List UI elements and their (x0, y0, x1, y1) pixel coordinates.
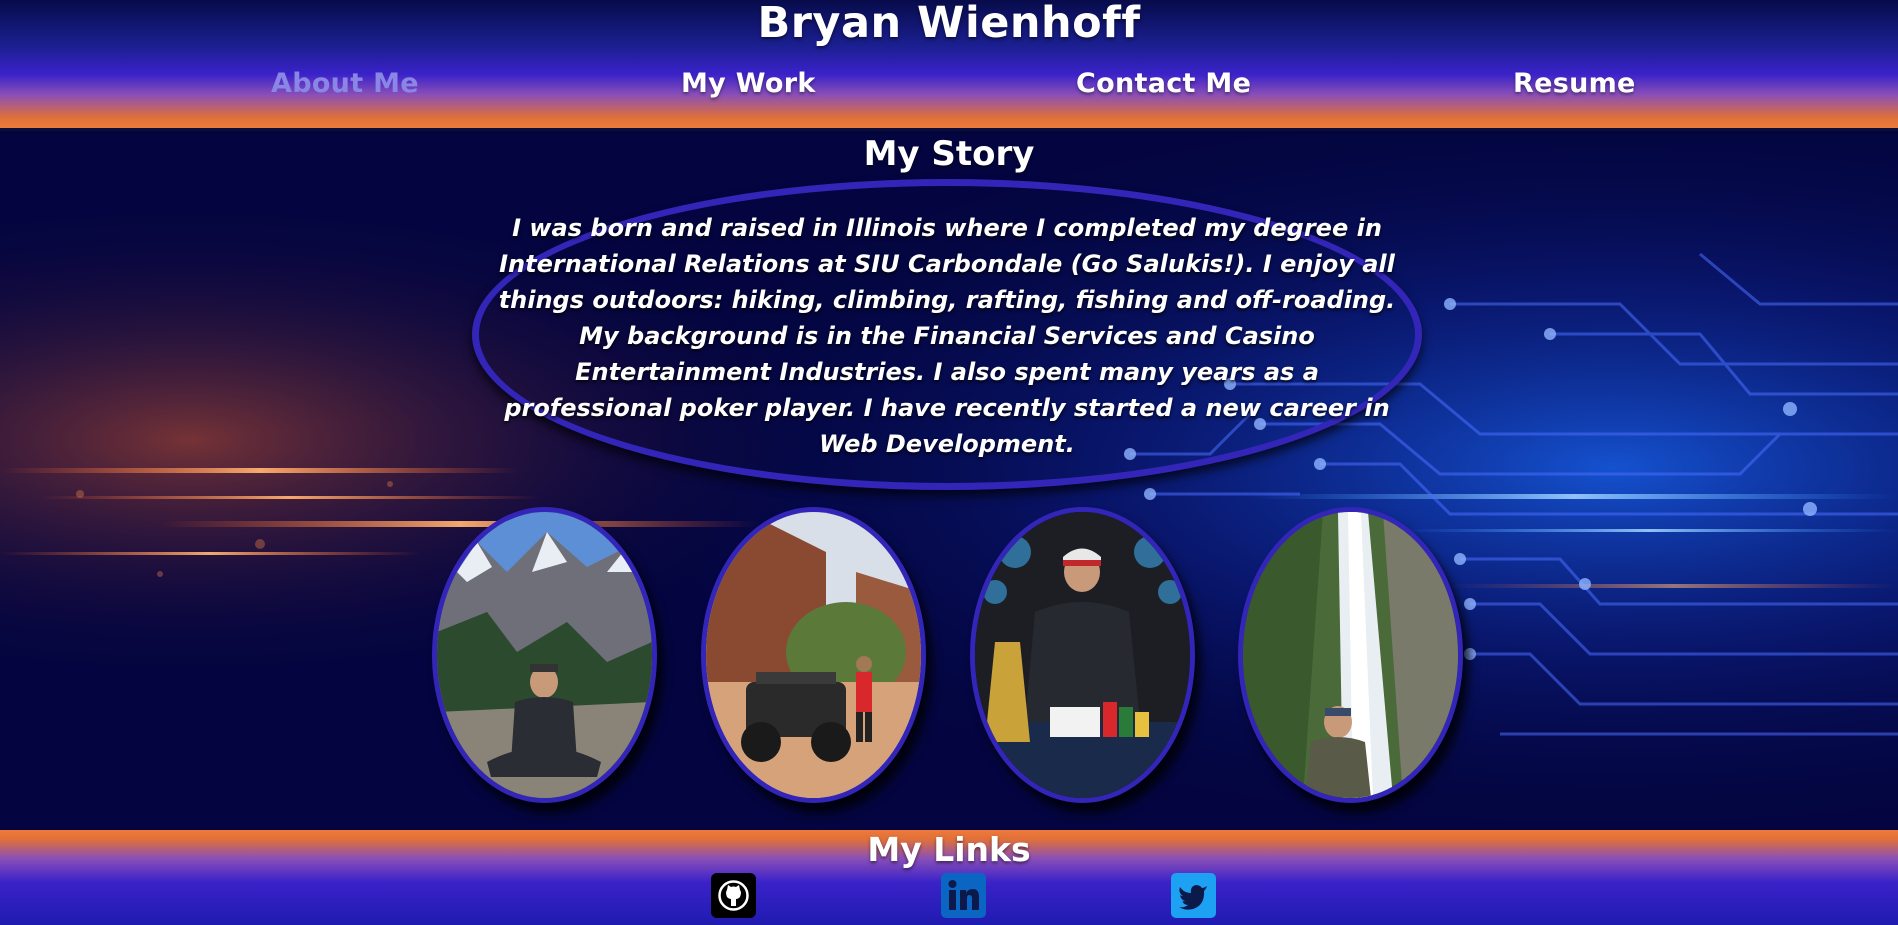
site-footer: My Links (0, 830, 1898, 925)
nav-link-resume[interactable]: Resume (1513, 68, 1636, 99)
photo-poker-trophy (970, 507, 1195, 803)
about-section: My Story I was born and raised in Illino… (0, 134, 1898, 830)
linkedin-icon[interactable] (941, 873, 986, 918)
photo-mountain-sitting (432, 507, 657, 803)
story-title: My Story (863, 134, 1035, 174)
photo-waterfall (1238, 507, 1463, 803)
twitter-icon[interactable] (1171, 873, 1216, 918)
nav-link-about[interactable]: About Me (271, 68, 419, 99)
github-icon[interactable] (711, 873, 756, 918)
links-title: My Links (867, 830, 1031, 869)
site-header: Bryan Wienhoff About Me My Work Contact … (0, 0, 1898, 131)
nav-link-work[interactable]: My Work (681, 68, 816, 99)
story-text: I was born and raised in Illinois where … (498, 214, 1396, 458)
photo-offroad (701, 507, 926, 803)
site-title: Bryan Wienhoff (757, 0, 1141, 48)
nav-link-contact[interactable]: Contact Me (1076, 68, 1251, 99)
